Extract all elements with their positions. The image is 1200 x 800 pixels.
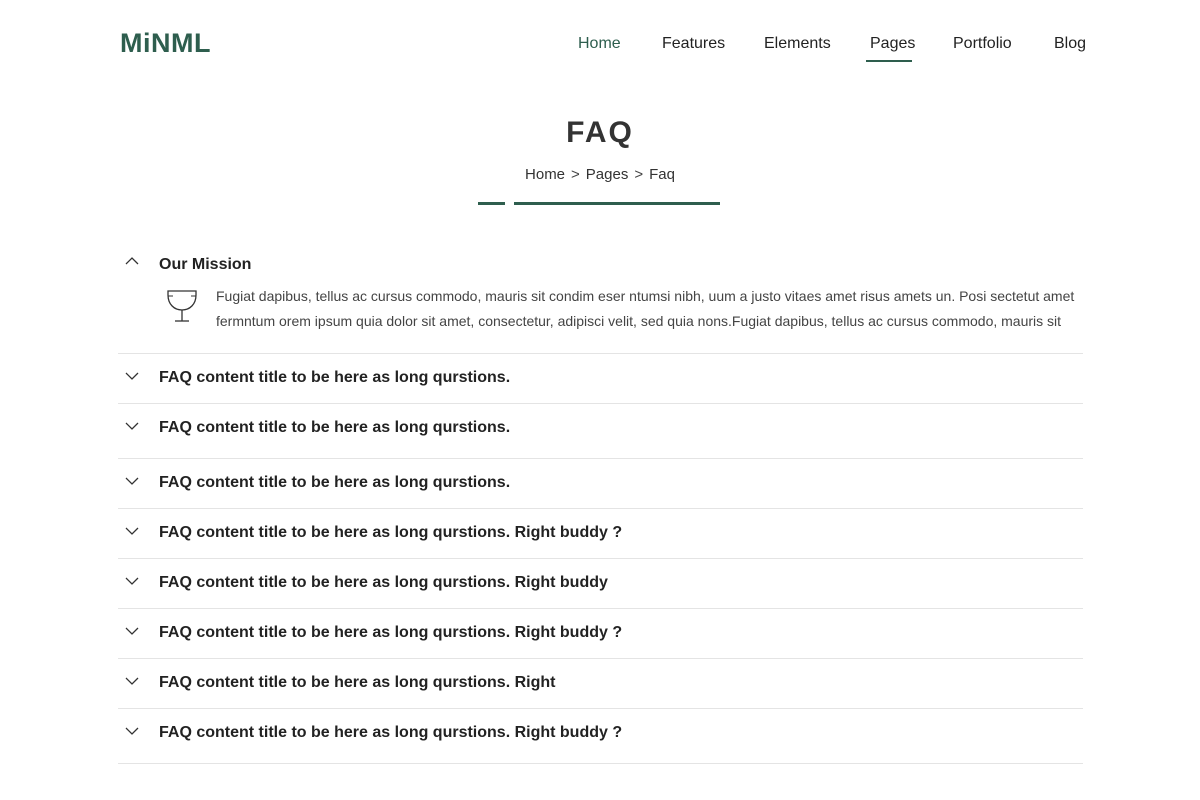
chevron-down-icon	[125, 627, 139, 635]
nav-item-features[interactable]: Features	[662, 34, 725, 62]
chevron-down-icon	[125, 727, 139, 735]
chevron-up-icon	[125, 257, 139, 265]
faq-item: FAQ content title to be here as long qur…	[118, 354, 1083, 404]
nav-item-home[interactable]: Home	[578, 34, 621, 62]
chevron-down-icon	[125, 577, 139, 585]
faq-item: FAQ content title to be here as long qur…	[118, 459, 1083, 509]
nav-item-elements[interactable]: Elements	[764, 34, 831, 62]
faq-toggle[interactable]: FAQ content title to be here as long qur…	[118, 559, 1083, 609]
faq-toggle[interactable]: FAQ content title to be here as long qur…	[118, 509, 1083, 559]
nav-item-pages[interactable]: Pages	[866, 34, 915, 62]
breadcrumb: Home > Pages > Faq	[0, 166, 1200, 183]
faq-question: Our Mission	[159, 256, 252, 273]
chevron-down-icon	[125, 477, 139, 485]
faq-answer: Fugiat dapibus, tellus ac cursus commodo…	[118, 282, 1083, 354]
faq-question: FAQ content title to be here as long qur…	[159, 574, 608, 591]
faq-question: FAQ content title to be here as long qur…	[159, 419, 511, 436]
faq-question: FAQ content title to be here as long qur…	[159, 624, 623, 641]
breadcrumb-separator: >	[634, 166, 644, 183]
faq-item: FAQ content title to be here as long qur…	[118, 709, 1083, 764]
page-title: FAQ	[566, 116, 634, 149]
faq-question: FAQ content title to be here as long qur…	[159, 524, 623, 541]
breadcrumb-pages[interactable]: Pages	[586, 166, 629, 183]
faq-toggle[interactable]: FAQ content title to be here as long qur…	[118, 354, 1083, 404]
faq-item: FAQ content title to be here as long qur…	[118, 609, 1083, 659]
faq-item: FAQ content title to be here as long qur…	[118, 509, 1083, 559]
faq-question: FAQ content title to be here as long qur…	[159, 724, 623, 741]
chevron-down-icon	[125, 422, 139, 430]
chevron-down-icon	[125, 527, 139, 535]
main-nav: Home Features Elements Pages Portfolio B…	[0, 34, 1200, 62]
faq-toggle[interactable]: Our Mission	[118, 244, 1083, 282]
breadcrumb-current: Faq	[649, 166, 675, 183]
title-underline-long	[514, 202, 720, 205]
faq-question: FAQ content title to be here as long qur…	[159, 674, 556, 691]
faq-accordion: Our Mission Fugiat dapibus, tellus ac cu…	[118, 244, 1083, 764]
faq-toggle[interactable]: FAQ content title to be here as long qur…	[118, 404, 1083, 454]
faq-item-open: Our Mission Fugiat dapibus, tellus ac cu…	[118, 244, 1083, 354]
trophy-icon	[167, 290, 197, 322]
nav-item-blog[interactable]: Blog	[1054, 34, 1086, 62]
faq-toggle[interactable]: FAQ content title to be here as long qur…	[118, 609, 1083, 659]
nav-item-portfolio[interactable]: Portfolio	[953, 34, 1012, 62]
faq-toggle[interactable]: FAQ content title to be here as long qur…	[118, 659, 1083, 709]
faq-question: FAQ content title to be here as long qur…	[159, 474, 511, 491]
faq-item: FAQ content title to be here as long qur…	[118, 659, 1083, 709]
breadcrumb-separator: >	[571, 166, 580, 183]
faq-item: FAQ content title to be here as long qur…	[118, 404, 1083, 459]
title-underline-short	[478, 202, 505, 205]
faq-toggle[interactable]: FAQ content title to be here as long qur…	[118, 459, 1083, 509]
chevron-down-icon	[125, 372, 139, 380]
faq-item: FAQ content title to be here as long qur…	[118, 559, 1083, 609]
faq-toggle[interactable]: FAQ content title to be here as long qur…	[118, 709, 1083, 759]
faq-answer-text: Fugiat dapibus, tellus ac cursus commodo…	[216, 288, 1075, 329]
chevron-down-icon	[125, 677, 139, 685]
faq-question: FAQ content title to be here as long qur…	[159, 369, 511, 386]
breadcrumb-home[interactable]: Home	[525, 166, 565, 183]
